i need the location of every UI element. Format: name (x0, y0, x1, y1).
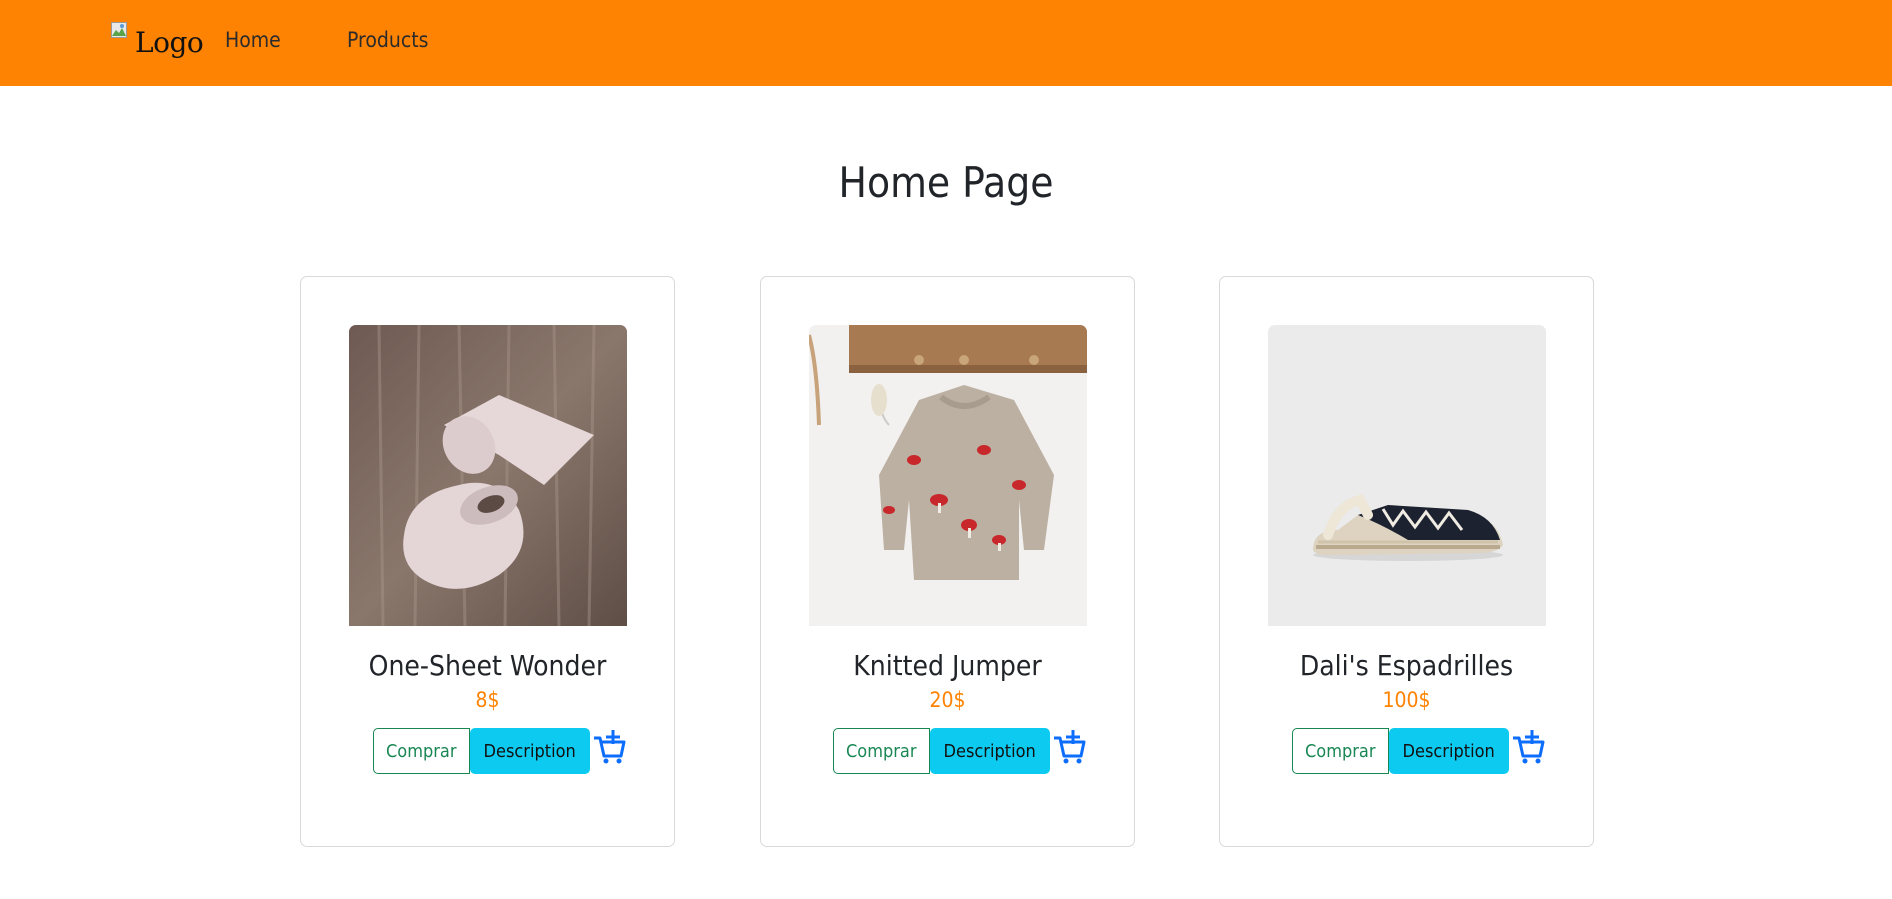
product-actions: Comprar Description (833, 728, 1086, 774)
product-actions: Comprar Description (373, 728, 626, 774)
product-price: 100$ (1382, 688, 1431, 712)
page-title: Home Page (838, 158, 1054, 207)
buy-button[interactable]: Comprar (373, 728, 470, 774)
description-button[interactable]: Description (929, 728, 1050, 774)
cart-plus-icon[interactable] (592, 728, 626, 764)
logo-link[interactable]: Logo (111, 22, 204, 62)
product-price: 20$ (929, 688, 966, 712)
product-image (349, 325, 627, 626)
product-image (1268, 325, 1546, 626)
product-name: One-Sheet Wonder (368, 649, 607, 682)
logo-alt-text: Logo (135, 25, 204, 59)
cart-plus-icon[interactable] (1052, 728, 1086, 764)
product-card: Dali's Espadrilles 100$ Comprar Descript… (1219, 276, 1594, 847)
product-card: Knitted Jumper 20$ Comprar Description (760, 276, 1135, 847)
cart-plus-icon[interactable] (1511, 728, 1545, 764)
espadrille-image (1268, 325, 1546, 626)
buy-button[interactable]: Comprar (833, 728, 930, 774)
description-button[interactable]: Description (469, 728, 590, 774)
product-name: Dali's Espadrilles (1299, 649, 1514, 682)
product-price: 8$ (475, 688, 500, 712)
product-image (809, 325, 1087, 626)
buy-button[interactable]: Comprar (1292, 728, 1389, 774)
product-card: One-Sheet Wonder 8$ Comprar Description (300, 276, 675, 847)
nav-home-link[interactable]: Home (225, 28, 281, 52)
navbar: Logo Home Products (0, 0, 1892, 86)
product-actions: Comprar Description (1292, 728, 1545, 774)
knitted-sweater-image (809, 325, 1087, 626)
description-button[interactable]: Description (1388, 728, 1509, 774)
broken-image-icon (111, 22, 127, 38)
product-name: Knitted Jumper (853, 649, 1042, 682)
toilet-paper-image (349, 325, 627, 626)
nav-products-link[interactable]: Products (347, 28, 429, 52)
